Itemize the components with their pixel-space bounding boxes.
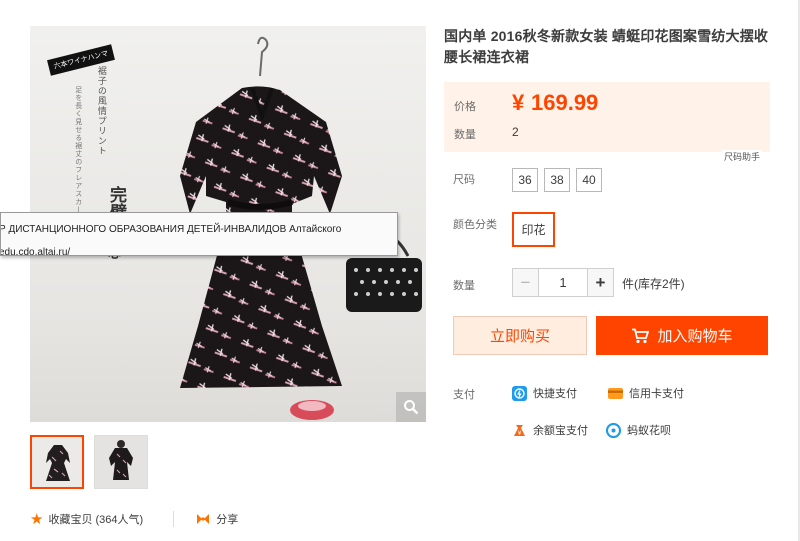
thumbnail-list [30, 435, 148, 489]
share-button[interactable]: 分享 [216, 511, 238, 527]
color-label: 颜色分类 [453, 219, 497, 231]
browser-tooltip: Р ДИСТАНЦИОННОГО ОБРАЗОВАНИЯ ДЕТЕЙ-ИНВАЛ… [0, 212, 398, 256]
favorite-label: 收藏宝贝 [48, 514, 93, 526]
thumbnail-dress-image [32, 437, 82, 487]
quantity-decrease-button[interactable]: − [512, 268, 539, 297]
color-option-print[interactable]: 印花 [512, 212, 555, 247]
favorite-share-row: ★ 收藏宝贝 (364人气) 分享 [30, 510, 238, 528]
size-option-38[interactable]: 38 [544, 168, 570, 192]
thumbnail-2[interactable] [94, 435, 148, 489]
stock-text: 件(库存2件) [622, 277, 685, 291]
favorite-count: (364人气) [95, 514, 144, 526]
payment-yuebao[interactable]: ¥ 余额宝支付 [512, 422, 588, 438]
payment-yuebao-label: 余额宝支付 [533, 425, 588, 437]
payment-quick-label: 快捷支付 [533, 388, 577, 400]
payment-huabei[interactable]: 蚂蚁花呗 [606, 422, 671, 438]
product-title: 国内单 2016秋冬新款女装 蜻蜓印花图案雪纺大摆收腰长裙连衣裙 [444, 28, 769, 65]
thumbnail-1[interactable] [30, 435, 84, 489]
add-to-cart-label: 加入购物车 [657, 328, 733, 345]
size-option-36[interactable]: 36 [512, 168, 538, 192]
credit-card-icon [608, 386, 623, 401]
quantity-input[interactable]: 1 [538, 268, 588, 297]
price-panel: 价格 ¥ 169.99 数量 2 [444, 82, 770, 152]
share-icon [197, 514, 210, 524]
quantity-label: 数量 [453, 280, 475, 292]
zoom-icon [404, 400, 419, 415]
buy-now-button[interactable]: 立即购买 [453, 316, 587, 355]
payment-credit-card[interactable]: 信用卡支付 [608, 385, 684, 401]
thumbnail-dress-image-2 [95, 436, 147, 488]
cart-icon [632, 328, 650, 343]
price-currency: ¥ [512, 90, 525, 115]
yuebao-icon: ¥ [512, 423, 527, 438]
zoom-button[interactable] [396, 392, 426, 422]
quantity-increase-button[interactable]: + [587, 268, 614, 297]
size-option-40[interactable]: 40 [576, 168, 602, 192]
payment-huabei-label: 蚂蚁花呗 [627, 425, 671, 437]
favorite-button[interactable]: 收藏宝贝 (364人气) [48, 511, 143, 527]
size-helper[interactable]: 尺码助手 [722, 150, 763, 163]
divider [173, 511, 175, 527]
payment-credit-card-label: 信用卡支付 [629, 388, 684, 400]
quick-pay-icon [512, 385, 527, 401]
sales-value: 2 [512, 125, 519, 139]
payment-label: 支付 [453, 389, 475, 401]
star-icon: ★ [30, 511, 44, 528]
svg-text:¥: ¥ [518, 430, 522, 437]
price-value: 169.99 [531, 90, 599, 115]
buy-now-label: 立即购买 [489, 328, 550, 345]
shoe [290, 400, 334, 420]
payment-quick[interactable]: 快捷支付 [512, 385, 577, 401]
huabei-icon [606, 422, 621, 438]
tooltip-title: Р ДИСТАНЦИОННОГО ОБРАЗОВАНИЯ ДЕТЕЙ-ИНВАЛ… [0, 224, 342, 235]
add-to-cart-button[interactable]: 加入购物车 [596, 316, 768, 355]
price-label: 价格 [454, 101, 476, 113]
tooltip-url: edu.cdo.altai.ru/ [0, 247, 71, 256]
sales-label: 数量 [454, 129, 476, 141]
size-label: 尺码 [453, 174, 475, 186]
